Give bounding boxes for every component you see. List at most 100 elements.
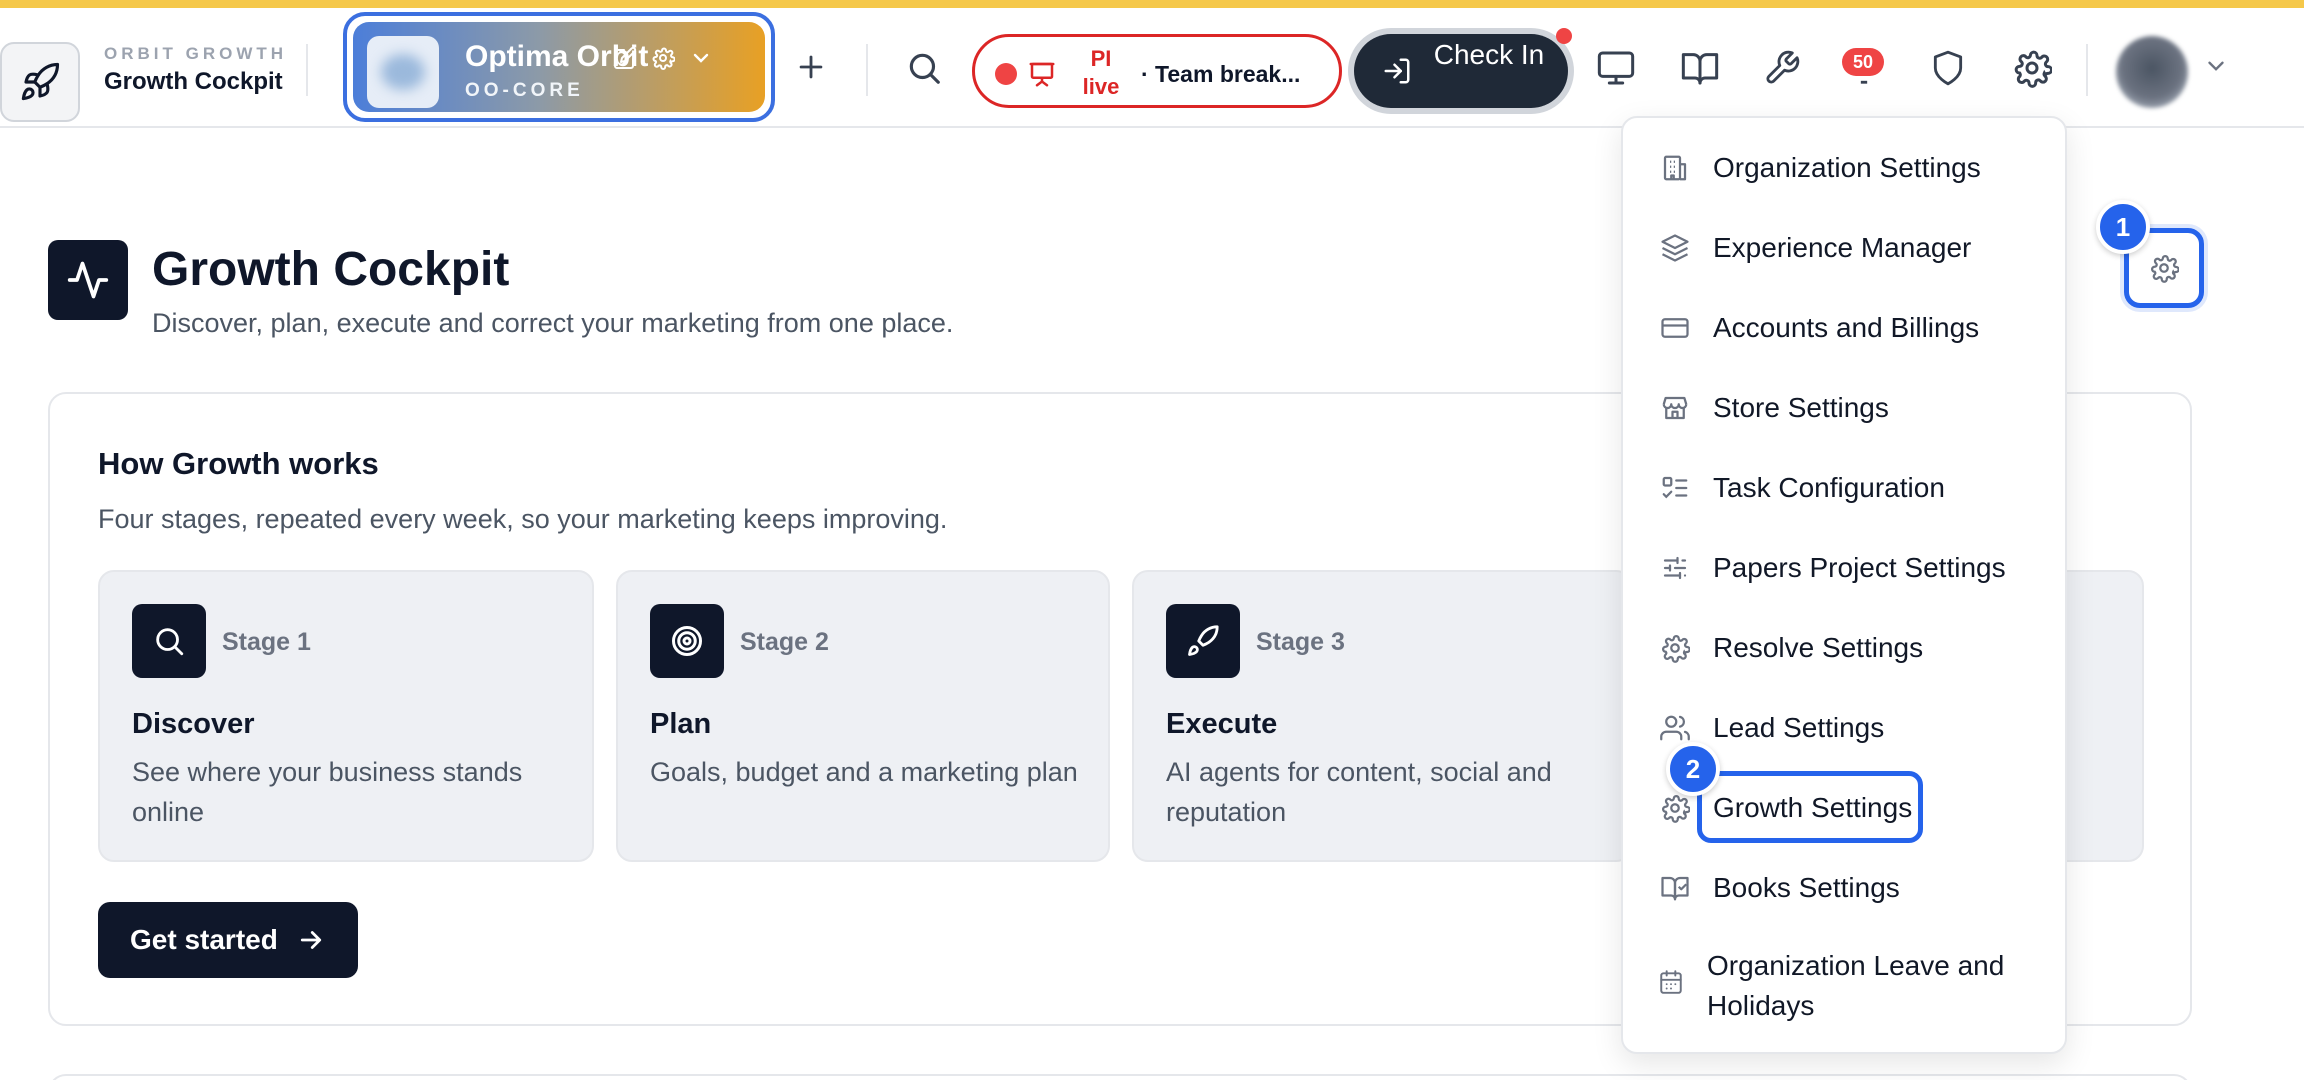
live-dot: [995, 63, 1017, 85]
building-icon: [1659, 152, 1691, 184]
brand-eyebrow: ORBIT GROWTH: [104, 44, 288, 63]
brand-title: Growth Cockpit: [104, 68, 283, 95]
card-subtitle: Four stages, repeated every week, so you…: [98, 504, 948, 534]
menu-item-label: Accounts and Billings: [1713, 312, 1980, 343]
gear-icon: [1659, 632, 1691, 664]
user-menu-chevron[interactable]: [2198, 48, 2234, 84]
book-check-icon: [1659, 872, 1691, 904]
step-marker: 1: [2096, 200, 2150, 254]
header-divider: [2086, 44, 2088, 96]
org-code: OO-CORE: [465, 80, 584, 101]
org-switcher[interactable]: Optima Orbit OO-CORE: [343, 12, 775, 122]
menu-item-papers-project-settings[interactable]: Papers Project Settings: [1647, 536, 2047, 600]
card-title: How Growth works: [98, 446, 379, 481]
menu-item-organization-settings[interactable]: Organization Settings: [1647, 136, 2047, 200]
menu-item-label: Resolve Settings: [1713, 632, 1924, 663]
gear-icon: [2151, 255, 2179, 283]
layers-icon: [1659, 232, 1691, 264]
stage-name: Plan: [650, 708, 712, 740]
top-accent-strip: [0, 0, 2304, 8]
tools-button[interactable]: [1752, 38, 1812, 98]
menu-item-label: Experience Manager: [1713, 232, 1972, 263]
monitor-button[interactable]: [1586, 38, 1646, 98]
check-in-indicator: [1556, 28, 1572, 44]
menu-item-organization-leave-holidays[interactable]: Organization Leave and Holidays: [1647, 938, 2047, 1026]
sliders-icon: [1659, 552, 1691, 584]
stage-card: Stage 3 Execute AI agents for content, s…: [1132, 570, 1632, 862]
app-header: ORBIT GROWTH Growth Cockpit Optima Orbit…: [0, 8, 2304, 128]
get-started-label: Get started: [130, 924, 278, 955]
stage-description: AI agents for content, social and reputa…: [1166, 757, 1552, 827]
menu-item-label: Papers Project Settings: [1713, 552, 2006, 583]
stage-label: Stage 2: [740, 628, 829, 656]
step-marker: 2: [1666, 742, 1720, 796]
get-started-button[interactable]: Get started: [98, 902, 358, 978]
users-icon: [1659, 712, 1691, 744]
search-icon: [909, 53, 940, 84]
gear-icon: [1659, 792, 1691, 824]
stage-name: Discover: [132, 708, 255, 740]
org-switcher-body: Optima Orbit OO-CORE: [353, 22, 765, 112]
docs-button[interactable]: [1670, 38, 1730, 98]
presentation-icon: [1027, 59, 1057, 89]
menu-item-experience-manager[interactable]: Experience Manager: [1647, 216, 2047, 280]
chevron-down-icon: [2208, 61, 2224, 71]
menu-item-label: Books Settings: [1713, 872, 1900, 903]
arrow-right-icon: [300, 931, 321, 949]
stage-description: See where your business stands online: [132, 757, 523, 827]
page-subtitle: Discover, plan, execute and correct your…: [152, 308, 954, 338]
wrench-icon: [1766, 50, 1800, 84]
shield-icon: [1933, 50, 1963, 86]
menu-item-label: Task Configuration: [1713, 472, 1945, 503]
live-status: PI live: [1082, 46, 1120, 99]
credit-card-icon: [1659, 312, 1691, 344]
page-icon: [48, 240, 128, 320]
app-logo[interactable]: [0, 42, 80, 122]
search-icon: [132, 604, 206, 678]
calendar-icon: [1655, 966, 1687, 998]
plus-icon: [799, 55, 823, 79]
menu-item-task-configuration[interactable]: Task Configuration: [1647, 456, 2047, 520]
monitor-icon: [1597, 51, 1635, 85]
book-open-icon: [1681, 53, 1719, 85]
add-button[interactable]: [778, 34, 844, 100]
menu-item-resolve-settings[interactable]: Resolve Settings: [1647, 616, 2047, 680]
stage-label: Stage 1: [222, 628, 311, 656]
menu-item-books-settings[interactable]: Books Settings: [1647, 856, 2047, 920]
activity-icon: [67, 261, 109, 299]
chevron-down-icon[interactable]: [687, 44, 715, 72]
header-divider: [866, 44, 868, 96]
menu-item-label: Organization Settings: [1713, 152, 1981, 183]
live-meeting-pill[interactable]: PI live · Team break...: [972, 34, 1342, 108]
notification-badge: 50: [1842, 48, 1884, 76]
menu-item-label: Store Settings: [1713, 392, 1889, 423]
header-divider: [306, 44, 308, 96]
menu-item-label: Lead Settings: [1713, 712, 1885, 743]
menu-item-accounts-billings[interactable]: Accounts and Billings: [1647, 296, 2047, 360]
log-in-icon: [1382, 56, 1412, 86]
store-icon: [1659, 392, 1691, 424]
gear-icon: [2014, 50, 2052, 88]
page-title: Growth Cockpit: [152, 243, 510, 296]
growth-settings-highlight: [1697, 771, 1923, 843]
rocket-icon: [1166, 604, 1240, 678]
target-icon: [650, 604, 724, 678]
org-settings-icon[interactable]: [649, 44, 677, 72]
next-section-card: [48, 1074, 2192, 1080]
user-avatar[interactable]: [2116, 36, 2188, 108]
settings-dropdown-menu: Organization Settings Experience Manager…: [1621, 116, 2067, 1054]
security-button[interactable]: [1918, 38, 1978, 98]
stage-card: Stage 1 Discover See where your business…: [98, 570, 594, 862]
menu-item-label: Organization Leave and Holidays: [1707, 950, 2005, 1021]
check-in-button[interactable]: Check In: [1348, 28, 1574, 114]
stage-card: Stage 2 Plan Goals, budget and a marketi…: [616, 570, 1110, 862]
edit-icon[interactable]: [611, 44, 639, 72]
settings-button[interactable]: [2002, 38, 2062, 98]
stage-description: Goals, budget and a marketing plan: [650, 757, 1078, 787]
live-meeting-title: · Team break...: [1141, 61, 1301, 87]
check-in-label: Check In: [1433, 39, 1545, 70]
menu-item-store-settings[interactable]: Store Settings: [1647, 376, 2047, 440]
stage-name: Execute: [1166, 708, 1278, 740]
search-button[interactable]: [894, 38, 954, 98]
stage-label: Stage 3: [1256, 628, 1345, 656]
